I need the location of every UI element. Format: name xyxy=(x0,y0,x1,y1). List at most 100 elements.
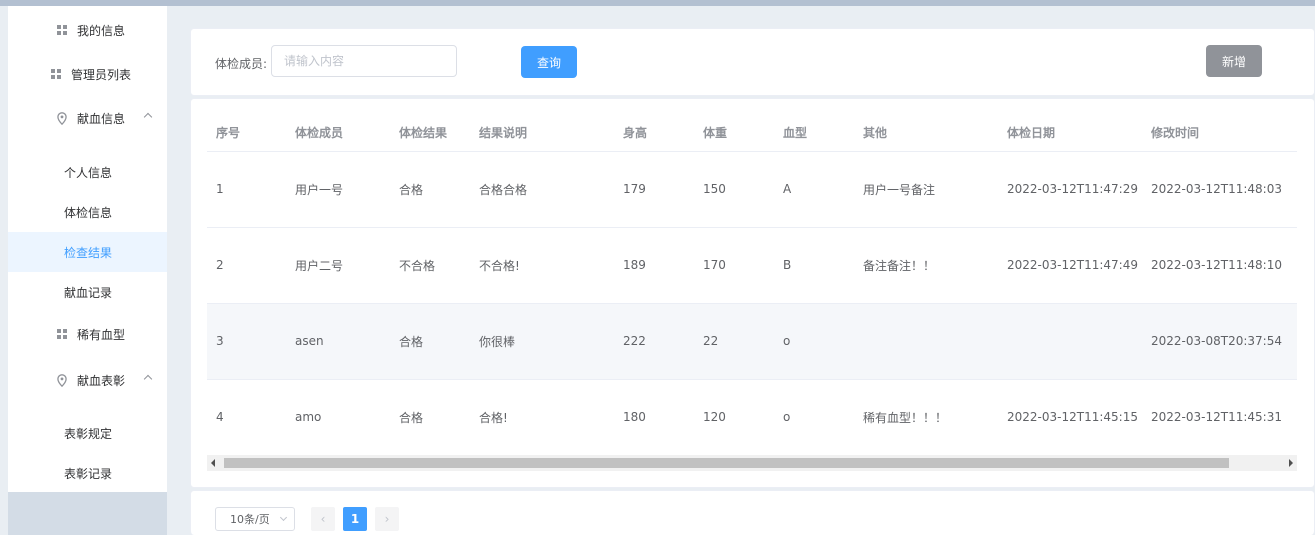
sidebar-item-donation-commend[interactable]: 献血表彰 xyxy=(8,358,167,402)
table-cell: 179 xyxy=(614,151,694,228)
sidebar-item-label: 我的信息 xyxy=(77,23,126,38)
prev-page-button[interactable]: ‹ xyxy=(311,507,335,531)
sidebar: 我的信息 管理员列表 献血信息 个人信息 体检信息 检查结果 献血记录 稀有血型… xyxy=(8,6,167,535)
column-header[interactable]: 体检结果 xyxy=(390,115,470,152)
table-cell: 你很棒 xyxy=(470,303,614,380)
sidebar-item-label: 献血表彰 xyxy=(77,373,126,388)
table-cell: 189 xyxy=(614,227,694,304)
table-cell: 合格 xyxy=(390,379,470,456)
sidebar-item-donation-info[interactable]: 献血信息 xyxy=(8,96,167,140)
table-cell: 2 xyxy=(207,227,286,304)
table-cell: 222 xyxy=(614,303,694,380)
column-header[interactable]: 其他 xyxy=(854,115,998,152)
table-cell: o xyxy=(774,303,854,380)
table-cell: 不合格! xyxy=(470,227,614,304)
scrollbar-thumb[interactable] xyxy=(224,458,1229,468)
table-card: 序号 体检成员 体检结果 结果说明 身高 体重 血型 其他 体检日期 修改时间 … xyxy=(190,98,1315,488)
table-cell: 22 xyxy=(694,303,774,380)
table-cell: 备注备注！！ xyxy=(854,227,998,304)
next-page-button[interactable]: › xyxy=(375,507,399,531)
sidebar-subitem-checkup-info[interactable]: 体检信息 xyxy=(8,192,167,232)
table-cell: B xyxy=(774,227,854,304)
sidebar-subitem-check-result[interactable]: 检查结果 xyxy=(8,232,167,272)
table-cell: 稀有血型！！！ xyxy=(854,379,998,456)
column-header[interactable]: 体重 xyxy=(694,115,774,152)
location-icon xyxy=(56,111,68,125)
scroll-right-arrow-icon[interactable] xyxy=(1289,459,1293,467)
chevron-up-icon xyxy=(143,112,153,122)
table-cell: 2022-03-12T11:47:49 xyxy=(998,227,1142,304)
search-label: 体检成员: xyxy=(215,57,268,71)
table-cell: 180 xyxy=(614,379,694,456)
sidebar-item-label: 管理员列表 xyxy=(71,67,132,82)
data-table: 序号 体检成员 体检结果 结果说明 身高 体重 血型 其他 体检日期 修改时间 … xyxy=(207,115,1297,456)
table-cell: 合格合格 xyxy=(470,151,614,228)
table-row[interactable]: 2 用户二号 不合格 不合格! 189 170 B 备注备注！！ 2022-03… xyxy=(207,227,1297,304)
table-cell: 合格 xyxy=(390,303,470,380)
sidebar-item-rare-blood[interactable]: 稀有血型 xyxy=(8,312,167,356)
column-header[interactable]: 身高 xyxy=(614,115,694,152)
table-row[interactable]: 1 用户一号 合格 合格合格 179 150 A 用户一号备注 2022-03-… xyxy=(207,151,1297,228)
table-cell: 120 xyxy=(694,379,774,456)
table-cell: 2022-03-12T11:48:10 xyxy=(1142,227,1297,304)
column-header[interactable]: 血型 xyxy=(774,115,854,152)
table-header-row: 序号 体检成员 体检结果 结果说明 身高 体重 血型 其他 体检日期 修改时间 xyxy=(207,115,1297,152)
column-header[interactable]: 体检日期 xyxy=(998,115,1142,152)
column-header[interactable]: 序号 xyxy=(207,115,286,152)
page-number-button[interactable]: 1 xyxy=(343,507,367,531)
table-cell: 用户一号 xyxy=(286,151,390,228)
table-cell: amo xyxy=(286,379,390,456)
pagination-card: 10条/页 ‹ 1 › xyxy=(190,490,1315,535)
sidebar-menu: 我的信息 管理员列表 献血信息 个人信息 体检信息 检查结果 献血记录 稀有血型… xyxy=(8,6,167,492)
table-cell: 2022-03-12T11:45:31 xyxy=(1142,379,1297,456)
grid-icon xyxy=(50,69,62,79)
page-size-select[interactable]: 10条/页 xyxy=(215,507,295,531)
chevron-down-icon xyxy=(279,513,288,522)
column-header[interactable]: 体检成员 xyxy=(286,115,390,152)
page-size-value: 10条/页 xyxy=(230,513,270,526)
table-cell: 2022-03-08T20:37:54 xyxy=(1142,303,1297,380)
top-header-bar xyxy=(0,0,1315,6)
table-cell: 不合格 xyxy=(390,227,470,304)
sidebar-subitem-personal-info[interactable]: 个人信息 xyxy=(8,152,167,192)
sidebar-item-admin-list[interactable]: 管理员列表 xyxy=(8,52,167,96)
table-cell: 1 xyxy=(207,151,286,228)
query-button[interactable]: 查询 xyxy=(521,46,577,78)
table-cell: 2022-03-12T11:48:03 xyxy=(1142,151,1297,228)
table-cell: 用户二号 xyxy=(286,227,390,304)
column-header[interactable]: 结果说明 xyxy=(470,115,614,152)
table-cell: 170 xyxy=(694,227,774,304)
table-cell: 2022-03-12T11:47:29 xyxy=(998,151,1142,228)
table-cell: A xyxy=(774,151,854,228)
table-cell: 合格 xyxy=(390,151,470,228)
add-button[interactable]: 新增 xyxy=(1206,45,1262,77)
sidebar-item-label: 献血信息 xyxy=(77,111,126,126)
column-header[interactable]: 修改时间 xyxy=(1142,115,1297,152)
chevron-up-icon xyxy=(143,374,153,384)
sidebar-item-my-info[interactable]: 我的信息 xyxy=(8,8,167,52)
table-cell: o xyxy=(774,379,854,456)
search-input[interactable] xyxy=(271,45,457,77)
grid-icon xyxy=(56,329,68,339)
sidebar-subitem-commend-record[interactable]: 表彰记录 xyxy=(8,453,167,493)
data-table-wrapper: 序号 体检成员 体检结果 结果说明 身高 体重 血型 其他 体检日期 修改时间 … xyxy=(207,115,1297,475)
table-cell: 合格! xyxy=(470,379,614,456)
table-cell: asen xyxy=(286,303,390,380)
sidebar-subitem-donation-record[interactable]: 献血记录 xyxy=(8,272,167,312)
table-row[interactable]: 3 asen 合格 你很棒 222 22 o 2022-03-08T20:37:… xyxy=(207,303,1297,380)
location-icon xyxy=(56,373,68,387)
sidebar-item-label: 稀有血型 xyxy=(77,327,126,342)
table-cell: 2022-03-12T11:45:15 xyxy=(998,379,1142,456)
scroll-left-arrow-icon[interactable] xyxy=(211,459,215,467)
horizontal-scrollbar[interactable] xyxy=(207,455,1297,471)
grid-icon xyxy=(56,25,68,35)
table-cell xyxy=(998,303,1142,380)
sidebar-subitem-commend-rules[interactable]: 表彰规定 xyxy=(8,413,167,453)
table-row[interactable]: 4 amo 合格 合格! 180 120 o 稀有血型！！！ 2022-03-1… xyxy=(207,379,1297,456)
table-cell: 150 xyxy=(694,151,774,228)
table-cell: 4 xyxy=(207,379,286,456)
search-bar-card: 体检成员: 查询 新增 xyxy=(190,28,1315,96)
table-cell: 用户一号备注 xyxy=(854,151,998,228)
table-cell: 3 xyxy=(207,303,286,380)
table-cell xyxy=(854,303,998,380)
